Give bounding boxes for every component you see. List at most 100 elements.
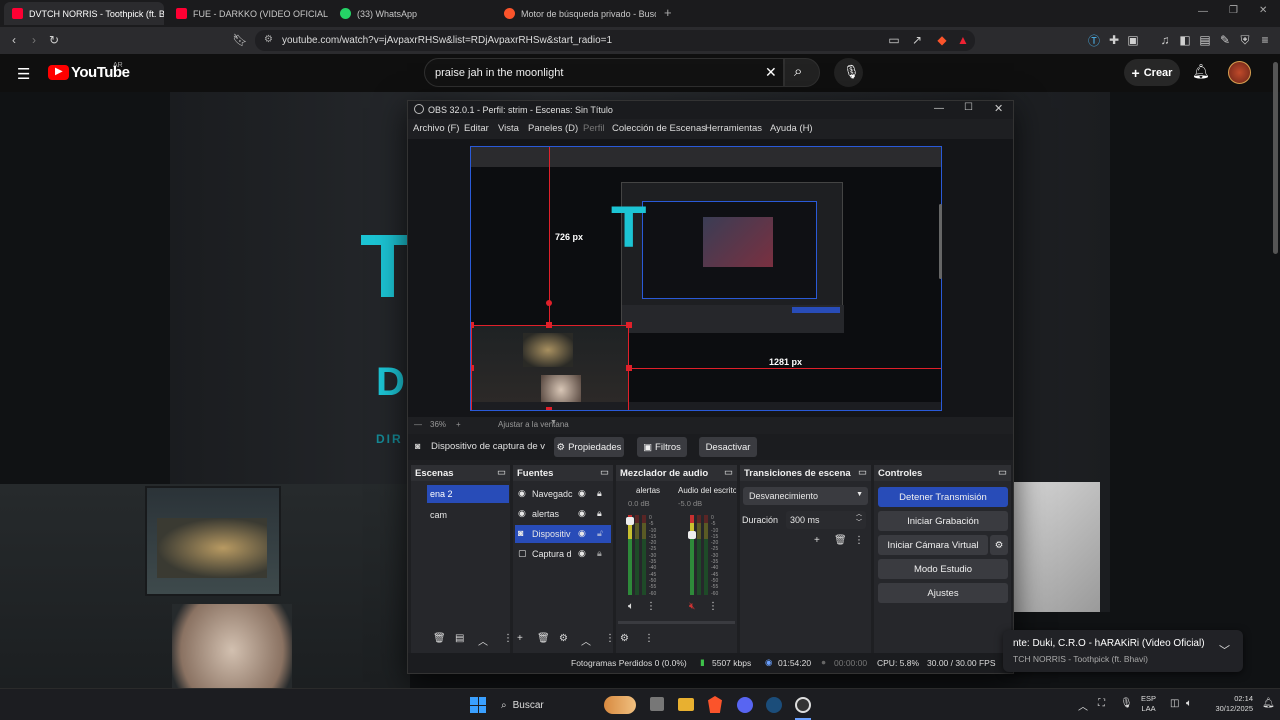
add-icon[interactable]: + — [517, 633, 523, 644]
share-icon[interactable]: ↗ — [909, 32, 925, 48]
virtual-camera-settings-button[interactable]: ⚙ — [990, 535, 1008, 555]
screenshot-icon[interactable]: ▣ — [1125, 32, 1141, 48]
resize-handle[interactable] — [471, 322, 474, 328]
vpn-icon[interactable]: ⛨ — [1237, 32, 1253, 48]
task-view-icon[interactable] — [650, 697, 664, 711]
source-item-alerts[interactable]: ◉ alertas ◉ 🔒︎ — [515, 505, 611, 523]
trash-icon[interactable]: 🗑︎ — [834, 535, 847, 546]
zoom-out-icon[interactable]: — — [414, 420, 422, 429]
obs-taskbar-icon[interactable] — [795, 697, 811, 713]
fit-window-select[interactable]: Ajustar a la ventana — [498, 420, 569, 429]
chevron-up-icon[interactable]: ︿ — [1078, 698, 1088, 713]
windows-start-icon[interactable] — [470, 697, 486, 713]
menu-vista[interactable]: Vista — [498, 123, 519, 134]
tab-whatsapp[interactable]: (33) WhatsApp — [332, 2, 492, 25]
eye-icon[interactable]: ◉ — [578, 488, 586, 499]
rotation-handle[interactable] — [546, 300, 552, 306]
new-tab-button[interactable]: + — [664, 5, 672, 20]
preview-canvas[interactable]: T 726 px 1281 px — [470, 146, 942, 411]
muted-speaker-icon[interactable]: 🔇︎ — [689, 601, 695, 612]
translate-icon[interactable]: Ⓣ — [1086, 32, 1102, 48]
site-info-icon[interactable]: ⚙︎ — [264, 34, 273, 45]
close-window-icon[interactable]: ✕ — [1259, 5, 1267, 16]
menu-herramientas[interactable]: Herramientas — [705, 123, 762, 134]
deactivate-button[interactable]: Desactivar — [699, 437, 757, 457]
lock-icon[interactable]: 🔒︎ — [597, 508, 602, 519]
settings-button[interactable]: Ajustes — [878, 583, 1008, 603]
zoom-in-icon[interactable]: + — [456, 420, 461, 429]
scene-item-cam[interactable]: cam — [427, 507, 509, 523]
more-icon[interactable]: ⋮ — [854, 535, 864, 546]
steam-icon[interactable] — [766, 697, 782, 713]
resize-handle[interactable] — [471, 365, 474, 371]
resize-handle[interactable] — [546, 322, 552, 328]
forward-icon[interactable]: › — [26, 32, 42, 48]
gear-icon[interactable]: ⚙ — [559, 633, 568, 644]
more-icon[interactable]: ⋮ — [644, 633, 654, 644]
eye-icon[interactable]: ◉ — [578, 528, 586, 539]
minimize-window-icon[interactable]: — — [1198, 6, 1208, 17]
tab-fue-darkko[interactable]: FUE - DARKKO (VIDEO OFICIAL) - Yo — [168, 2, 328, 25]
volume-slider-handle[interactable] — [688, 531, 696, 539]
menu-editar[interactable]: Editar — [464, 123, 489, 134]
more-icon[interactable]: ⋮ — [646, 601, 656, 612]
stop-streaming-button[interactable]: Detener Transmisión — [878, 487, 1008, 507]
avatar[interactable] — [1228, 61, 1251, 84]
resize-handle[interactable] — [626, 365, 632, 371]
restore-window-icon[interactable]: ❐ — [1229, 5, 1238, 16]
lock-icon[interactable]: 🔓︎ — [597, 528, 603, 539]
source-item-browser[interactable]: ◉ Navegadc ◉ 🔒︎ — [515, 485, 611, 503]
scene-item-active[interactable]: ena 2 — [427, 485, 509, 503]
properties-button[interactable]: ⚙ Propiedades — [554, 437, 624, 457]
address-bar[interactable]: ⚙︎ youtube.com/watch?v=jAvpaxrRHSw&list=… — [255, 30, 975, 51]
trash-icon[interactable]: 🗑︎ — [537, 633, 550, 644]
search-input[interactable]: praise jah in the moonlight ✕ — [424, 58, 784, 87]
language-indicator[interactable]: ESP LAA — [1141, 694, 1156, 714]
create-button[interactable]: + Crear — [1124, 59, 1180, 86]
extensions-icon[interactable]: ✚ — [1106, 32, 1122, 48]
volume-slider-handle[interactable] — [626, 517, 634, 525]
speaker-icon[interactable]: 🔈︎ — [628, 601, 634, 612]
studio-mode-button[interactable]: Modo Estudio — [878, 559, 1008, 579]
menu-coleccion-escenas[interactable]: Colección de Escenas — [612, 123, 706, 134]
more-icon[interactable]: ⋮ — [503, 633, 513, 644]
media-controls-icon[interactable]: ♫ — [1157, 32, 1173, 48]
clock[interactable]: 02:14 30/12/2025 — [1207, 694, 1253, 714]
menu-archivo[interactable]: Archivo (F) — [413, 123, 459, 134]
chevron-up-icon[interactable]: ︿ — [478, 633, 488, 648]
transition-select[interactable]: Desvanecimiento ▼ — [743, 487, 868, 505]
gear-icon[interactable]: ⚙ — [620, 633, 629, 644]
filter-icon[interactable]: ▤ — [455, 633, 464, 644]
menu-paneles[interactable]: Paneles (D) — [528, 123, 578, 134]
filters-button[interactable]: ▣ Filtros — [637, 437, 687, 457]
lock-icon[interactable]: 🔒︎ — [597, 488, 602, 499]
obs-preview-area[interactable]: T 726 px 1281 px — [408, 139, 1013, 417]
sidebar-icon[interactable]: ◧ — [1177, 32, 1193, 48]
brave-shields-icon[interactable]: ◆ — [934, 32, 950, 48]
resize-handle[interactable] — [626, 322, 632, 328]
trash-icon[interactable]: 🗑︎ — [433, 633, 446, 644]
add-icon[interactable]: + — [814, 535, 820, 546]
wallet-icon[interactable]: ▤ — [1197, 32, 1213, 48]
volume-icon[interactable]: 🔈︎ — [1186, 698, 1192, 709]
preview-scrollbar[interactable] — [939, 204, 942, 279]
start-recording-button[interactable]: Iniciar Grabación — [878, 511, 1008, 531]
youtube-logo-icon[interactable]: ▶ — [48, 65, 69, 80]
source-item-display-capture[interactable]: ▢ Captura d ◉ 🔒︎ — [515, 545, 611, 563]
tab-brave-search[interactable]: Motor de búsqueda privado - Busca — [496, 2, 656, 25]
more-icon[interactable]: ⋮ — [708, 601, 718, 612]
network-tray-icon[interactable]: ⛶ — [1098, 698, 1105, 709]
resize-handle[interactable] — [546, 407, 552, 410]
menu-ayuda[interactable]: Ayuda (H) — [770, 123, 813, 134]
menu-icon[interactable]: ≡ — [1257, 32, 1273, 48]
leo-icon[interactable]: ✎ — [1217, 32, 1233, 48]
source-item-capture-device[interactable]: ◙ Dispositiv ◉ 🔓︎ — [515, 525, 611, 543]
back-icon[interactable]: ‹ — [6, 32, 22, 48]
discord-icon[interactable] — [737, 697, 753, 713]
bookmark-icon[interactable]: 🔖︎ — [232, 32, 248, 48]
file-explorer-icon[interactable] — [678, 698, 694, 711]
page-scrollbar[interactable] — [1273, 62, 1278, 254]
chevron-down-icon[interactable]: ﹀ — [1219, 642, 1230, 658]
microphone-tray-icon[interactable]: 🎙︎ — [1120, 698, 1133, 709]
menu-perfil[interactable]: Perfil — [583, 123, 605, 134]
